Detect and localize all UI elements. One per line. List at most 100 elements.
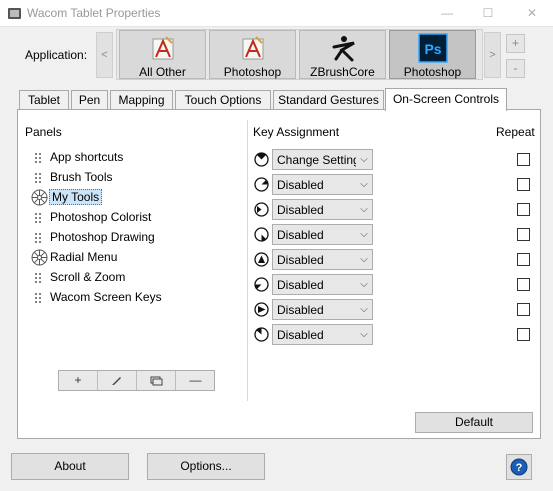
app-tile-zbrushcore[interactable]: ZBrushCore	[299, 30, 386, 79]
add-application-button[interactable]: +	[506, 34, 525, 53]
key-assignment-select[interactable]: Disabled ⌵	[272, 249, 373, 270]
chevron-down-icon: ⌵	[356, 250, 372, 269]
grip-icon	[34, 212, 42, 224]
tab-standard-gestures[interactable]: Standard Gestures	[273, 90, 384, 111]
panel-item-label: Scroll & Zoom	[50, 270, 126, 284]
key-assignment-value: Disabled	[277, 178, 324, 192]
panel-item-wacom-screen-keys[interactable]: Wacom Screen Keys	[31, 289, 231, 307]
chevron-down-icon: ⌵	[356, 175, 372, 194]
panel-item-photoshop-drawing[interactable]: Photoshop Drawing	[31, 229, 231, 247]
grip-icon	[34, 172, 42, 184]
zbrushcore-icon	[332, 36, 355, 62]
repeat-checkbox[interactable]	[517, 303, 530, 316]
panel-item-label: Photoshop Colorist	[50, 210, 152, 224]
key-assignment-value: Disabled	[277, 303, 324, 317]
tab-mapping[interactable]: Mapping	[110, 90, 173, 111]
application-label: Application:	[25, 48, 88, 62]
key-assignment-select[interactable]: Disabled ⌵	[272, 224, 373, 245]
panel-item-scroll-zoom[interactable]: Scroll & Zoom	[31, 269, 231, 287]
chevron-down-icon: ⌵	[356, 150, 372, 169]
repeat-checkbox[interactable]	[517, 328, 530, 341]
key-row-7: Disabled ⌵	[253, 299, 533, 321]
edit-panel-button[interactable]	[98, 371, 137, 390]
panel-item-my-tools[interactable]: My Tools	[31, 189, 231, 207]
repeat-checkbox[interactable]	[517, 153, 530, 166]
panel-item-photoshop-colorist[interactable]: Photoshop Colorist	[31, 209, 231, 227]
panel-item-label: Radial Menu	[50, 250, 118, 264]
panel-item-label: My Tools	[49, 189, 103, 205]
repeat-checkbox[interactable]	[517, 178, 530, 191]
repeat-heading: Repeat	[496, 125, 535, 139]
default-button[interactable]: Default	[415, 412, 533, 433]
svg-text:Ps: Ps	[424, 41, 441, 57]
key-row-2: Disabled ⌵	[253, 174, 533, 196]
key-assignment-value: Disabled	[277, 278, 324, 292]
radial-menu-icon	[31, 249, 48, 266]
panel-item-radial-menu[interactable]: Radial Menu	[31, 249, 231, 267]
panel-item-app-shortcuts[interactable]: App shortcuts	[31, 149, 231, 167]
repeat-checkbox[interactable]	[517, 253, 530, 266]
radial-segment-icon-4	[254, 227, 269, 242]
tab-touch-options[interactable]: Touch Options	[175, 90, 271, 111]
duplicate-panel-button[interactable]	[137, 371, 176, 390]
tab-pen[interactable]: Pen	[71, 90, 108, 111]
app-tile-label: All Other	[139, 65, 186, 79]
chevron-down-icon: ⌵	[356, 225, 372, 244]
key-assignment-select[interactable]: Disabled ⌵	[272, 199, 373, 220]
window-title: Wacom Tablet Properties	[27, 6, 161, 20]
all-other-app-icon	[152, 36, 173, 60]
photoshop-generic-icon	[242, 36, 263, 60]
app-tile-all-other[interactable]: All Other	[119, 30, 206, 79]
minimize-button[interactable]: —	[437, 4, 457, 22]
radial-segment-icon-6	[254, 277, 269, 292]
key-row-6: Disabled ⌵	[253, 274, 533, 296]
add-panel-button[interactable]: +	[59, 371, 98, 390]
grip-icon	[34, 232, 42, 244]
key-assignment-heading: Key Assignment	[253, 125, 340, 139]
key-assignment-select[interactable]: Disabled ⌵	[272, 299, 373, 320]
wacom-tablet-icon	[8, 8, 21, 19]
panel-item-brush-tools[interactable]: Brush Tools	[31, 169, 231, 187]
app-tile-photoshop-generic[interactable]: Photoshop	[209, 30, 296, 79]
panels-heading: Panels	[25, 125, 62, 139]
tab-tablet[interactable]: Tablet	[19, 90, 69, 111]
svg-text:?: ?	[516, 462, 523, 474]
key-assignment-select[interactable]: Disabled ⌵	[272, 174, 373, 195]
repeat-checkbox[interactable]	[517, 228, 530, 241]
app-tile-photoshop[interactable]: Ps Photoshop	[389, 30, 476, 79]
about-button[interactable]: About	[11, 453, 129, 480]
radial-segment-icon-2	[254, 177, 269, 192]
maximize-button[interactable]: ☐	[478, 4, 498, 22]
chevron-down-icon: ⌵	[356, 300, 372, 319]
remove-panel-button[interactable]: —	[176, 371, 215, 390]
grip-icon	[34, 272, 42, 284]
tab-on-screen-controls[interactable]: On-Screen Controls	[385, 88, 507, 111]
help-button[interactable]: ?	[506, 454, 532, 480]
key-assignment-select[interactable]: Change Setting ⌵	[272, 149, 373, 170]
repeat-checkbox[interactable]	[517, 203, 530, 216]
options-button[interactable]: Options...	[147, 453, 265, 480]
close-button[interactable]: ✕	[522, 4, 542, 22]
panel-item-label: App shortcuts	[50, 150, 124, 164]
panel-item-label: Brush Tools	[50, 170, 113, 184]
key-assignment-value: Disabled	[277, 228, 324, 242]
app-scroll-right-button[interactable]: >	[484, 32, 501, 78]
help-icon: ?	[510, 458, 528, 476]
app-scroll-left-button[interactable]: <	[96, 32, 113, 78]
grip-icon	[34, 152, 42, 164]
repeat-checkbox[interactable]	[517, 278, 530, 291]
chevron-down-icon: ⌵	[356, 200, 372, 219]
key-row-5: Disabled ⌵	[253, 249, 533, 271]
remove-application-button[interactable]: -	[506, 59, 525, 78]
panel-item-label: Wacom Screen Keys	[50, 290, 162, 304]
radial-segment-icon-3	[254, 202, 269, 217]
radial-menu-icon	[31, 189, 48, 206]
photoshop-ps-icon: Ps	[417, 33, 448, 63]
key-row-8: Disabled ⌵	[253, 324, 533, 346]
panel-item-label: Photoshop Drawing	[50, 230, 155, 244]
key-assignment-value: Disabled	[277, 328, 324, 342]
key-assignment-select[interactable]: Disabled ⌵	[272, 324, 373, 345]
key-assignment-select[interactable]: Disabled ⌵	[272, 274, 373, 295]
pencil-icon	[112, 377, 121, 385]
key-row-3: Disabled ⌵	[253, 199, 533, 221]
